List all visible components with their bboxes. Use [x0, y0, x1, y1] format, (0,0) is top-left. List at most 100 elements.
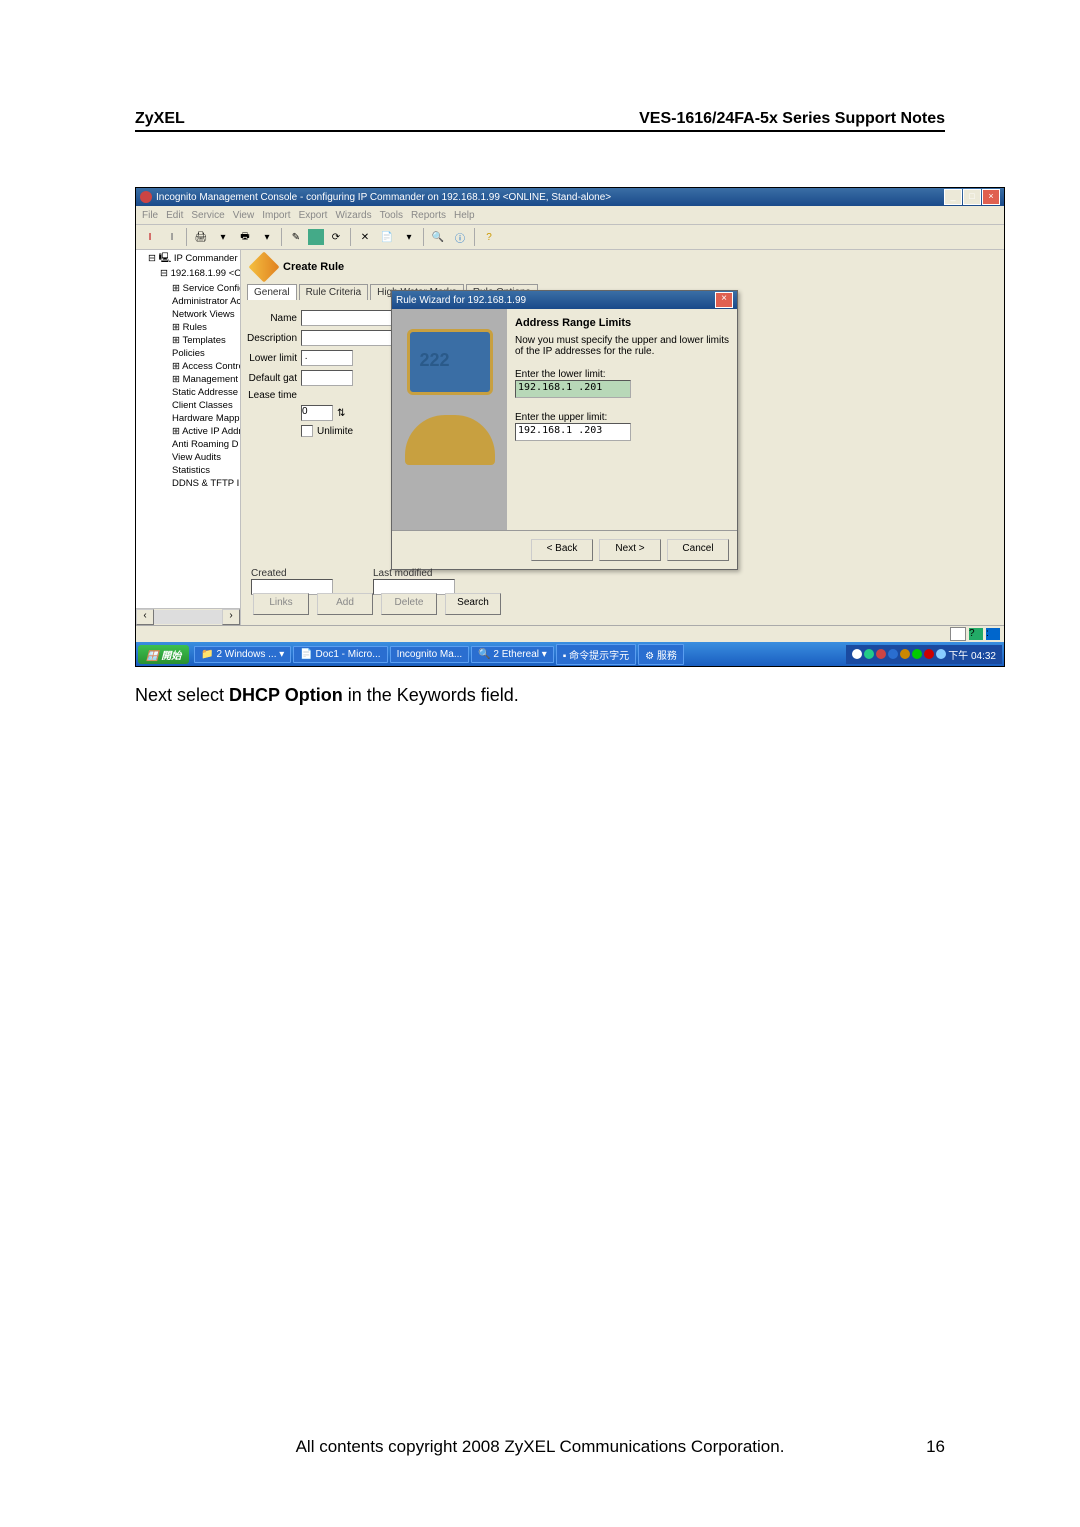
menu-wizards[interactable]: Wizards	[335, 210, 371, 221]
label-lower: Enter the lower limit:	[515, 369, 729, 380]
monitor-icon	[407, 329, 493, 395]
label-last-modified: Last modified	[373, 568, 455, 579]
tree-item[interactable]: Client Classes	[172, 399, 240, 412]
copy-icon[interactable]: 📄	[377, 227, 397, 247]
tree-item[interactable]: Policies	[172, 347, 240, 360]
wizard-graphic	[392, 309, 507, 530]
label-unlimited: Unlimite	[317, 426, 353, 437]
window-titlebar: Incognito Management Console - configuri…	[136, 188, 1004, 206]
taskbar-item[interactable]: 🔍 2 Ethereal ▾	[471, 646, 554, 663]
tree-item[interactable]: Static Addresse	[172, 386, 240, 399]
search-icon[interactable]: 🔍	[428, 227, 448, 247]
back-button[interactable]: < Back	[531, 539, 593, 561]
maximize-button[interactable]: □	[963, 189, 981, 205]
tray-icon[interactable]	[924, 649, 934, 659]
tree-item[interactable]: ⊞ Rules	[172, 321, 240, 334]
tray-icon[interactable]	[876, 649, 886, 659]
add-button[interactable]: Add	[317, 593, 373, 615]
spinner-icon[interactable]: ⇅	[337, 408, 345, 419]
tree-item[interactable]: Statistics	[172, 464, 240, 477]
tab-rule-criteria[interactable]: Rule Criteria	[299, 284, 369, 300]
toolbar-icon[interactable]: I	[162, 227, 182, 247]
taskbar-item[interactable]: 📄 Doc1 - Micro...	[293, 646, 387, 663]
minimize-button[interactable]: _	[944, 189, 962, 205]
scroll-left-icon[interactable]: ‹	[136, 609, 154, 625]
refresh-icon[interactable]: ⟳	[326, 227, 346, 247]
wizard-heading: Address Range Limits	[515, 317, 729, 329]
tray-icon[interactable]	[900, 649, 910, 659]
gateway-input[interactable]	[301, 370, 353, 386]
app-icon	[140, 191, 152, 203]
search-button[interactable]: Search	[445, 593, 501, 615]
info-icon[interactable]: ⓘ	[450, 227, 470, 247]
menu-service[interactable]: Service	[191, 210, 224, 221]
menu-import[interactable]: Import	[262, 210, 290, 221]
status-icon: :	[986, 628, 1000, 640]
toolbar-icon[interactable]: ▾	[399, 227, 419, 247]
tree-item[interactable]: ⊞ Service Configu	[172, 282, 240, 295]
wizard-close-button[interactable]: ×	[715, 292, 733, 308]
menu-tools[interactable]: Tools	[380, 210, 403, 221]
tray-icon[interactable]	[936, 649, 946, 659]
tree-item[interactable]: Administrator Ac	[172, 295, 240, 308]
label-description: Description	[247, 333, 297, 344]
toolbar-icon[interactable]: ✕	[355, 227, 375, 247]
pencil-icon	[248, 251, 279, 282]
tray-icon[interactable]	[852, 649, 862, 659]
toolbar-icon[interactable]	[308, 229, 324, 245]
edit-icon[interactable]: ✎	[286, 227, 306, 247]
label-default-gateway: Default gat	[247, 373, 297, 384]
taskbar-item[interactable]: ⚙ 服務	[638, 644, 684, 665]
toolbar-icon[interactable]: I	[140, 227, 160, 247]
label-lower-limit: Lower limit	[247, 353, 297, 364]
tree-panel: ⊟ 🖳 IP Commander ⊟ 192.168.1.99 <ONL ⊞ S…	[136, 250, 241, 625]
toolbar-icon[interactable]: ▾	[257, 227, 277, 247]
scroll-right-icon[interactable]: ›	[222, 609, 240, 625]
tray-icon[interactable]	[864, 649, 874, 659]
menu-edit[interactable]: Edit	[166, 210, 183, 221]
tree-item[interactable]: ⊞ Templates	[172, 334, 240, 347]
lease-time-input[interactable]: 0	[301, 405, 333, 421]
description-input[interactable]	[301, 330, 403, 346]
tray-icon[interactable]	[888, 649, 898, 659]
wizard-text: Now you must specify the upper and lower…	[515, 335, 729, 357]
menu-help[interactable]: Help	[454, 210, 475, 221]
header-left: ZyXEL	[135, 110, 185, 128]
next-button[interactable]: Next >	[599, 539, 661, 561]
tree-item[interactable]: ⊞ Active IP Addre	[172, 425, 240, 438]
toolbar-icon[interactable]: ▾	[213, 227, 233, 247]
tree-item[interactable]: Network Views	[172, 308, 240, 321]
tree-root[interactable]: ⊟ 🖳 IP Commander ⊟ 192.168.1.99 <ONL ⊞ S…	[148, 252, 240, 490]
delete-button[interactable]: Delete	[381, 593, 437, 615]
menu-reports[interactable]: Reports	[411, 210, 446, 221]
tree-item[interactable]: View Audits	[172, 451, 240, 464]
taskbar-item[interactable]: 📁 2 Windows ... ▾	[194, 646, 291, 663]
taskbar-item[interactable]: Incognito Ma...	[390, 646, 470, 663]
taskbar-item[interactable]: ▪ 命令提示字元	[556, 644, 636, 665]
tree-item[interactable]: Hardware Mapp	[172, 412, 240, 425]
tree-item[interactable]: Anti Roaming D	[172, 438, 240, 451]
tree-item[interactable]: ⊞ Access Control	[172, 360, 240, 373]
start-button[interactable]: 🪟 開始	[138, 645, 189, 664]
menu-view[interactable]: View	[233, 210, 255, 221]
links-button[interactable]: Links	[253, 593, 309, 615]
lower-limit-input[interactable]: .	[301, 350, 353, 366]
tray-icon[interactable]	[912, 649, 922, 659]
help-icon[interactable]: ?	[479, 227, 499, 247]
print-icon[interactable]: 🖨	[191, 227, 211, 247]
toolbar-icon[interactable]: 🖶	[235, 227, 255, 247]
close-button[interactable]: ×	[982, 189, 1000, 205]
wizard-dialog: Rule Wizard for 192.168.1.99 × Address R…	[391, 290, 738, 570]
cancel-button[interactable]: Cancel	[667, 539, 729, 561]
unlimited-checkbox[interactable]	[301, 425, 313, 437]
upper-ip-input[interactable]: 192.168.1 .203	[515, 423, 631, 441]
tree-item[interactable]: DDNS & TFTP I	[172, 477, 240, 490]
system-tray: 下午 04:32	[846, 645, 1002, 664]
name-input[interactable]	[301, 310, 403, 326]
menu-file[interactable]: File	[142, 210, 158, 221]
tab-general[interactable]: General	[247, 284, 297, 300]
tree-item[interactable]: ⊟ 192.168.1.99 <ONL ⊞ Service Configu Ad…	[160, 267, 240, 490]
lower-ip-input[interactable]: 192.168.1 .201	[515, 380, 631, 398]
tree-item[interactable]: ⊞ Management	[172, 373, 240, 386]
menu-export[interactable]: Export	[299, 210, 328, 221]
